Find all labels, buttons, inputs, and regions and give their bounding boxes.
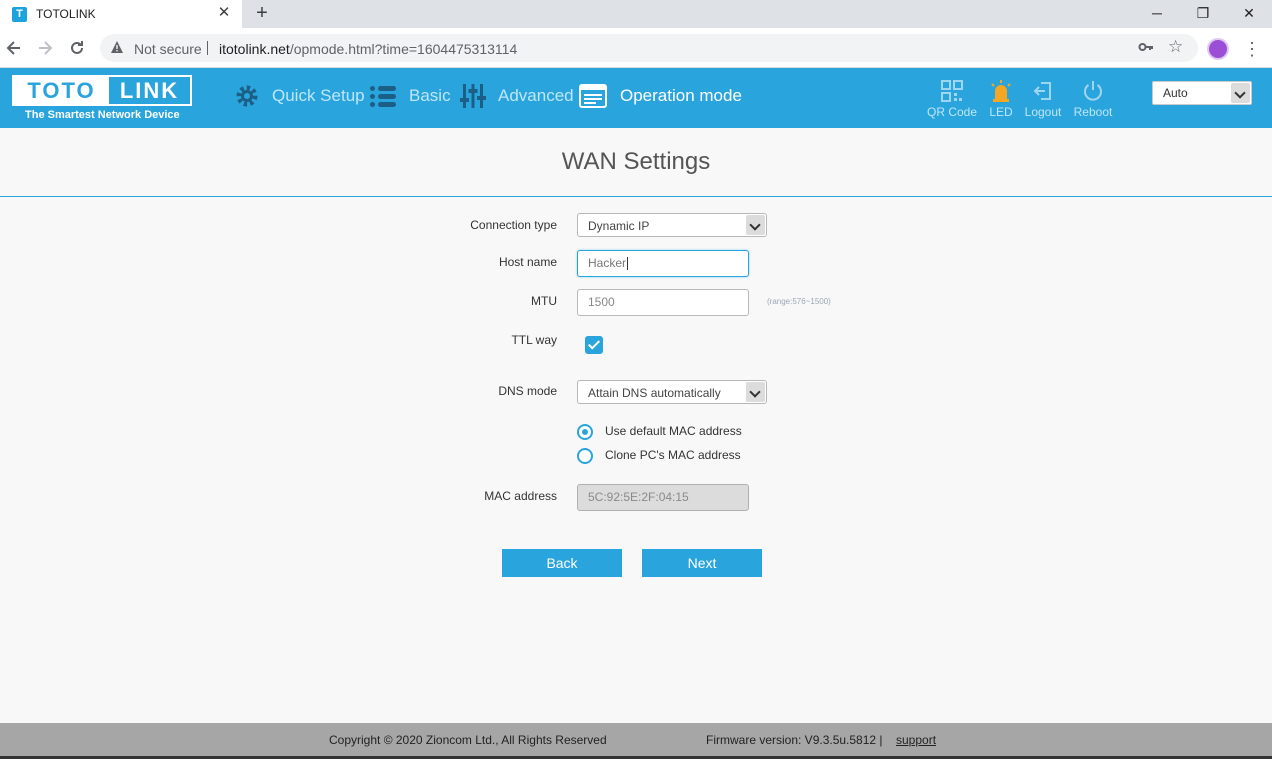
operation-mode-icon — [579, 83, 607, 109]
connection-type-select[interactable]: Dynamic IP — [577, 213, 767, 237]
language-value: Auto — [1163, 86, 1188, 100]
browser-tab-bar: T TOTOLINK ✕ + ─ ❐ ✕ — [0, 0, 1272, 28]
nav-operation-mode[interactable]: Operation mode — [579, 81, 742, 111]
profile-avatar-icon[interactable] — [1207, 38, 1229, 60]
window-minimize-button[interactable]: ─ — [1144, 3, 1170, 23]
qr-code-icon — [940, 80, 964, 102]
url-text[interactable]: itotolink.net/opmode.html?time=160447531… — [219, 41, 517, 57]
back-button[interactable]: Back — [502, 549, 622, 577]
nav-basic[interactable]: Basic — [370, 81, 451, 111]
totolink-logo[interactable]: TOTO LINK — [12, 75, 192, 106]
key-icon[interactable] — [1138, 39, 1154, 58]
url-path: /opmode.html?time=1604475313114 — [289, 41, 518, 57]
next-button[interactable]: Next — [642, 549, 762, 577]
router-header: TOTO LINK The Smartest Network Device Qu… — [0, 68, 1272, 128]
nav-advanced[interactable]: Advanced — [460, 81, 574, 111]
omnibox-divider — [207, 41, 208, 55]
list-icon — [370, 83, 398, 109]
host-name-value: Hacker — [588, 256, 627, 270]
title-divider — [0, 196, 1272, 197]
reload-icon[interactable] — [67, 38, 87, 58]
qr-code-button[interactable]: QR Code — [926, 80, 978, 120]
mtu-input[interactable]: 1500 — [577, 289, 749, 316]
host-name-input[interactable]: Hacker — [577, 250, 749, 277]
sliders-icon — [460, 83, 488, 109]
page-title: WAN Settings — [561, 148, 711, 175]
connection-type-label: Connection type — [470, 218, 557, 232]
totolink-favicon-icon: T — [12, 7, 27, 22]
mtu-label: MTU — [531, 294, 557, 308]
clone-mac-radio[interactable] — [577, 448, 593, 464]
logo-toto-text: TOTO — [14, 77, 109, 104]
tab-title: TOTOLINK — [36, 7, 96, 21]
back-arrow-icon[interactable] — [4, 38, 24, 58]
copyright-text: Copyright © 2020 Zioncom Ltd., All Right… — [329, 733, 607, 747]
ttl-way-checkbox[interactable] — [585, 336, 603, 354]
logout-button[interactable]: Logout — [1017, 80, 1069, 120]
logo-tagline: The Smartest Network Device — [25, 109, 180, 121]
forward-arrow-icon[interactable] — [35, 38, 55, 58]
dns-mode-label: DNS mode — [498, 384, 557, 398]
url-host: itotolink.net — [219, 41, 290, 57]
browser-tab[interactable]: T TOTOLINK ✕ — [0, 0, 242, 28]
window-restore-button[interactable]: ❐ — [1190, 3, 1216, 23]
security-status[interactable]: Not secure — [134, 41, 202, 57]
mtu-range-hint: (range:576~1500) — [767, 297, 831, 306]
nav-label: Basic — [409, 86, 451, 105]
default-mac-label[interactable]: Use default MAC address — [605, 424, 742, 438]
bookmark-star-icon[interactable]: ☆ — [1168, 37, 1183, 57]
reboot-button[interactable]: Reboot — [1067, 80, 1119, 120]
power-icon — [1081, 80, 1105, 102]
mac-address-label: MAC address — [484, 489, 557, 503]
nav-label: Advanced — [498, 86, 574, 105]
new-tab-button[interactable]: + — [252, 3, 272, 23]
dns-mode-value: Attain DNS automatically — [588, 386, 721, 400]
ttl-way-label: TTL way — [511, 333, 557, 347]
default-mac-radio[interactable] — [577, 424, 593, 440]
dns-mode-select[interactable]: Attain DNS automatically — [577, 380, 767, 404]
window-close-button[interactable]: ✕ — [1236, 3, 1262, 23]
firmware-version: Firmware version: V9.3.5u.5812 | — [706, 733, 883, 747]
chevron-down-icon — [1231, 83, 1250, 103]
connection-type-value: Dynamic IP — [588, 219, 650, 233]
host-name-label: Host name — [498, 255, 557, 269]
text-caret — [627, 257, 629, 271]
nav-label: Operation mode — [620, 86, 742, 105]
qr-code-label: QR Code — [926, 105, 978, 119]
nav-label: Quick Setup — [272, 86, 365, 105]
language-select[interactable]: Auto — [1152, 81, 1252, 105]
gear-icon — [234, 83, 262, 109]
chevron-down-icon — [746, 215, 765, 235]
address-bar[interactable]: Not secure itotolink.net/opmode.html?tim… — [100, 34, 1198, 62]
reboot-label: Reboot — [1073, 105, 1113, 119]
tab-close-icon[interactable]: ✕ — [216, 5, 232, 21]
clone-mac-label[interactable]: Clone PC's MAC address — [605, 448, 741, 462]
logout-icon — [1031, 80, 1055, 102]
support-link[interactable]: support — [896, 733, 936, 747]
browser-menu-icon[interactable]: ⋮ — [1243, 38, 1261, 60]
browser-toolbar: Not secure itotolink.net/opmode.html?tim… — [0, 28, 1272, 68]
mac-address-input: 5C:92:5E:2F:04:15 — [577, 484, 749, 511]
page-footer: Copyright © 2020 Zioncom Ltd., All Right… — [0, 723, 1272, 759]
led-icon — [989, 80, 1013, 102]
warning-icon — [110, 40, 124, 57]
chevron-down-icon — [746, 382, 765, 402]
logo-link-text: LINK — [119, 78, 180, 103]
nav-quick-setup[interactable]: Quick Setup — [234, 81, 365, 111]
logout-label: Logout — [1024, 105, 1062, 119]
